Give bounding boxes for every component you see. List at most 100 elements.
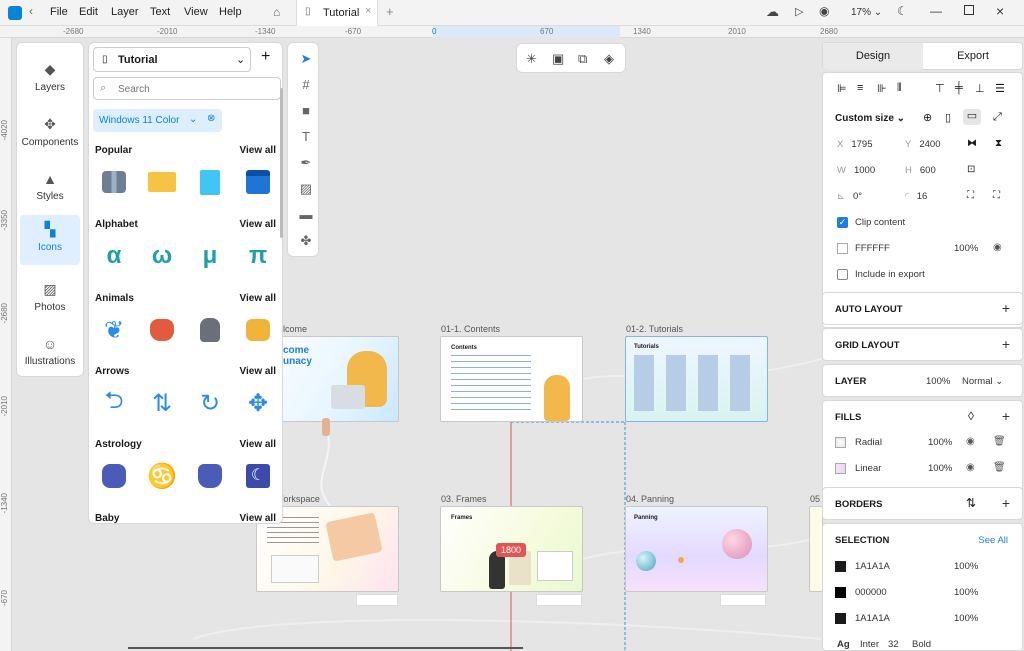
fill-opacity[interactable]: 100% [928, 437, 952, 448]
cat-icon[interactable] [195, 315, 225, 345]
add-grid-icon[interactable]: + [1002, 336, 1010, 352]
border-sort-icon[interactable]: ⇅ [966, 496, 976, 510]
close-window-icon[interactable]: × [996, 3, 1004, 19]
search-box[interactable]: ⌕ [93, 77, 281, 100]
alpha-icon[interactable]: α [99, 241, 129, 271]
file-dropdown[interactable]: ▯ Tutorial ⌄ [93, 47, 251, 72]
omega-icon[interactable]: ω [147, 241, 177, 271]
home-icon[interactable]: ⌂ [273, 5, 280, 19]
linear-swatch[interactable] [835, 463, 846, 474]
pi-icon[interactable]: π [243, 241, 273, 271]
fill-hex[interactable]: FFFFFF [855, 243, 890, 254]
moon-icon[interactable]: ☾ [243, 461, 273, 491]
add-auto-layout-icon[interactable]: + [1002, 300, 1010, 316]
up-down-arrow-icon[interactable]: ⇅ [147, 388, 177, 418]
see-all-link[interactable]: See All [978, 535, 1008, 546]
menu-text[interactable]: Text [150, 6, 170, 18]
sidebar-item-layers[interactable]: ◆ Layers [20, 55, 80, 105]
icons-panel-scrollbar[interactable] [280, 88, 283, 238]
menu-file[interactable]: File [50, 6, 68, 18]
menu-edit[interactable]: Edit [79, 6, 98, 18]
dog-icon[interactable] [243, 315, 273, 345]
fill-opacity[interactable]: 100% [928, 463, 952, 474]
filter-chip[interactable]: Windows 11 Color ⌄ ⊗ [93, 109, 222, 132]
y-field[interactable]: Y 2400 [905, 139, 940, 150]
fill-swatch[interactable] [837, 243, 848, 254]
page-icon[interactable]: ▯ [945, 111, 951, 124]
sidebar-item-icons[interactable]: ▚ Icons [20, 215, 80, 265]
view-all-link[interactable]: View all [239, 366, 276, 377]
view-all-link[interactable]: View all [239, 439, 276, 450]
add-fill-icon[interactable]: + [1002, 408, 1010, 424]
align-center-h-icon[interactable]: ≡ [857, 82, 863, 94]
tab-tutorial[interactable]: ▯ Tutorial × [296, 0, 378, 26]
color-hex[interactable]: 000000 [855, 587, 887, 598]
color-hex[interactable]: 1A1A1A [855, 561, 890, 572]
radial-swatch[interactable] [835, 437, 846, 448]
flip-horizontal-icon[interactable]: ⧓ [967, 138, 977, 149]
play-icon[interactable]: ▷ [795, 5, 803, 18]
view-all-link[interactable]: View all [239, 513, 276, 523]
clear-filter-icon[interactable]: ⊗ [207, 113, 215, 124]
pen-tool-icon[interactable]: ✒ [296, 155, 316, 171]
add-frame-icon[interactable]: ⊕ [923, 111, 932, 124]
move-arrows-icon[interactable]: ✥ [243, 388, 273, 418]
corner-expand-icon[interactable]: ⛶ [993, 190, 1000, 201]
blend-mode-dropdown[interactable]: Normal ⌄ [962, 376, 1003, 387]
frame-tool-icon[interactable]: # [296, 77, 316, 92]
u-turn-arrow-icon[interactable]: ⮌ [99, 387, 129, 418]
zoom-level[interactable]: 17% ⌄ [851, 7, 882, 18]
plugins-tool-icon[interactable]: ✤ [296, 233, 316, 249]
add-border-icon[interactable]: + [1002, 495, 1010, 511]
fill-style-icon[interactable]: ◊ [968, 409, 974, 423]
search-input[interactable] [118, 81, 268, 97]
font-family[interactable]: Inter [860, 639, 879, 650]
calendar-icon[interactable] [243, 167, 273, 197]
width-field[interactable]: W 1000 [837, 165, 875, 176]
frame-partial[interactable] [809, 506, 823, 592]
distribute-v-icon[interactable]: ☰ [995, 82, 1005, 95]
visibility-eye-icon[interactable]: ◉ [966, 462, 975, 473]
sidebar-item-components[interactable]: ✥ Components [20, 110, 80, 160]
tab-close-icon[interactable]: × [365, 5, 371, 17]
cancer-sign-icon[interactable]: ♋ [147, 461, 177, 491]
menu-view[interactable]: View [184, 6, 208, 18]
component-icon[interactable]: ◈ [604, 51, 614, 67]
align-center-v-icon[interactable]: ╪ [955, 82, 963, 94]
frame-contents[interactable]: Contents [440, 336, 583, 422]
distribute-h-icon[interactable]: ⫴ [897, 82, 902, 95]
align-left-icon[interactable]: ⊫ [837, 82, 847, 95]
minimize-icon[interactable]: — [930, 4, 942, 18]
clip-content-checkbox[interactable]: ✓ [837, 217, 848, 228]
add-icon[interactable]: + [261, 48, 270, 66]
rotation-field[interactable]: ⊾ 0° [837, 191, 862, 202]
tab-export[interactable]: Export [923, 43, 1023, 70]
sidebar-item-photos[interactable]: ▨ Photos [20, 275, 80, 325]
crop-icon[interactable]: ⧉ [578, 51, 587, 67]
landscape-icon[interactable]: ▭ [963, 109, 981, 125]
color-opacity[interactable]: 100% [954, 587, 978, 598]
wolf-icon[interactable] [195, 461, 225, 491]
app-logo-icon[interactable] [8, 6, 22, 20]
back-icon[interactable]: ‹ [29, 4, 33, 18]
visibility-eye-icon[interactable]: ◉ [966, 436, 975, 447]
lock-ratio-icon[interactable]: ⊡ [967, 164, 975, 175]
filter-chip-chevron-icon[interactable]: ⌄ [189, 114, 197, 125]
ox-icon[interactable] [147, 315, 177, 345]
fill-name[interactable]: Linear [855, 463, 881, 474]
text-tool-icon[interactable]: T [296, 129, 316, 144]
align-bottom-icon[interactable]: ⊥ [975, 82, 985, 95]
radius-field[interactable]: ◜ 16 [905, 191, 927, 202]
input-tool-icon[interactable]: ▬ [296, 207, 316, 222]
font-size[interactable]: 32 [888, 639, 899, 650]
view-all-link[interactable]: View all [239, 293, 276, 304]
color-swatch[interactable] [835, 587, 846, 598]
view-all-link[interactable]: View all [239, 145, 276, 156]
x-field[interactable]: X 1795 [837, 139, 872, 150]
document-icon[interactable] [195, 167, 225, 197]
font-weight[interactable]: Bold [912, 639, 931, 650]
new-tab-icon[interactable]: + [386, 4, 394, 19]
fill-name[interactable]: Radial [855, 437, 882, 448]
fill-opacity[interactable]: 100% [954, 243, 978, 254]
flip-vertical-icon[interactable]: ⧗ [995, 138, 1002, 149]
